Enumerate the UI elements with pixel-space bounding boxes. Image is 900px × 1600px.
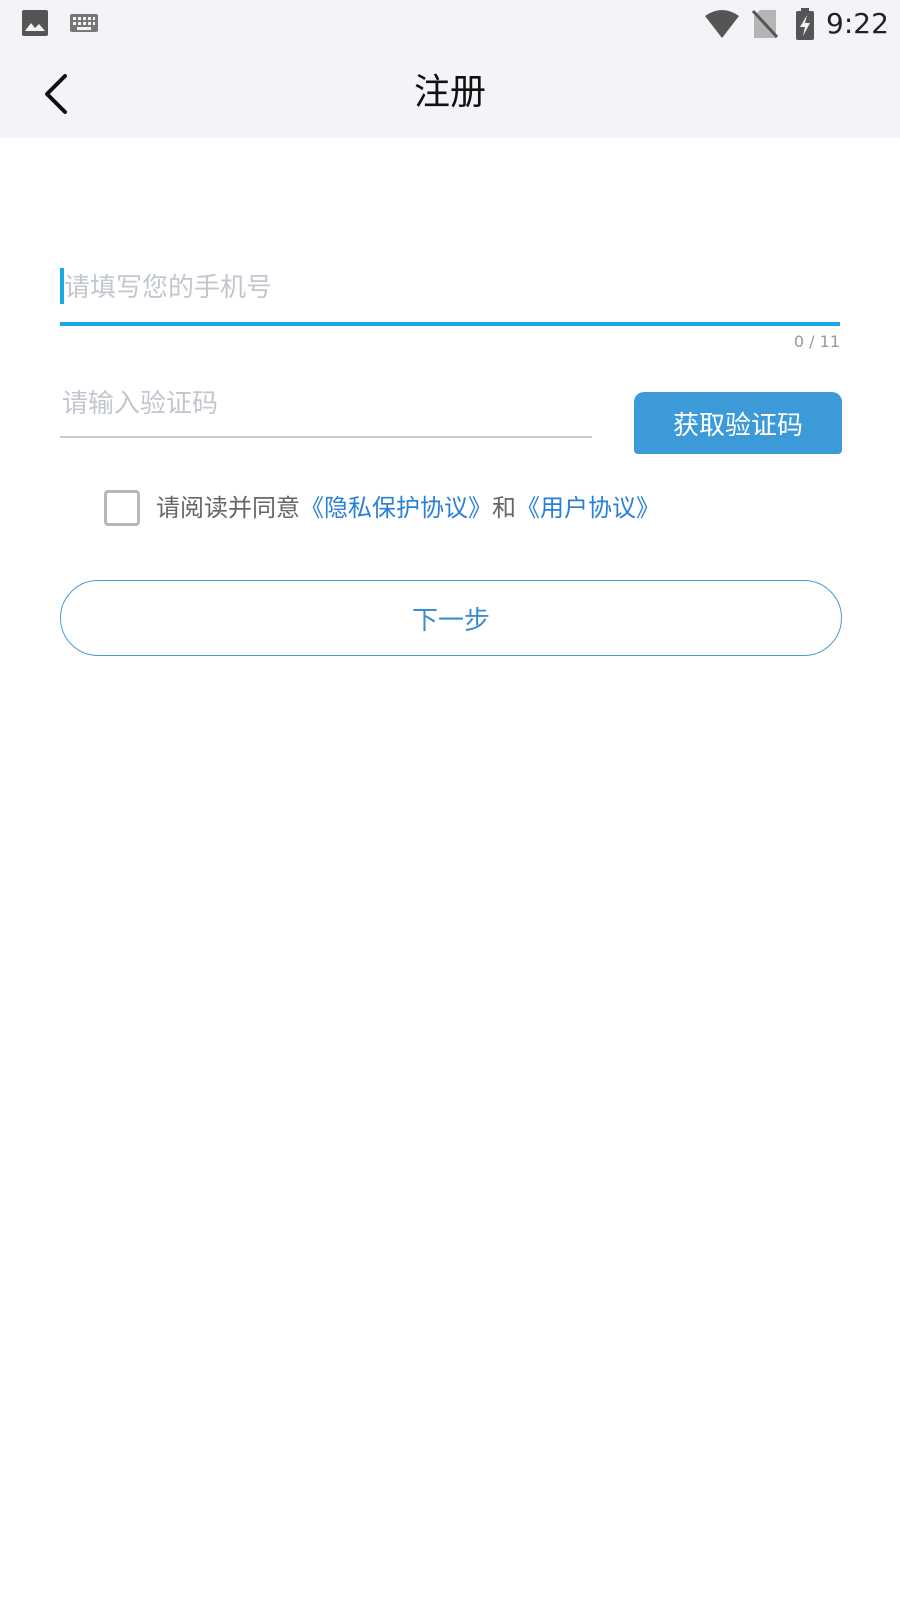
- wifi-icon: [705, 10, 739, 38]
- verification-code-input[interactable]: [60, 372, 592, 438]
- status-time: 9:22: [826, 7, 889, 40]
- agreement-checkbox[interactable]: [104, 490, 140, 526]
- keyboard-icon: [70, 14, 98, 32]
- chevron-left-icon: [45, 74, 67, 114]
- app-bar: 注册: [0, 48, 900, 138]
- text-cursor: [60, 268, 64, 304]
- no-sim-icon: [752, 9, 778, 39]
- agreement-text: 请阅读并同意《隐私保护协议》和《用户协议》: [156, 490, 660, 526]
- next-step-button[interactable]: 下一步: [60, 580, 842, 656]
- privacy-policy-link[interactable]: 《隐私保护协议》: [300, 494, 492, 522]
- back-button[interactable]: [28, 66, 84, 122]
- agreement-joiner: 和: [492, 494, 516, 522]
- agreement-prefix: 请阅读并同意: [156, 494, 300, 522]
- status-bar: 9:22: [0, 0, 900, 48]
- battery-charging-icon: [796, 8, 814, 40]
- register-screen: 9:22 注册 0 / 11 获取验证码 请阅读并同意《隐私保护协议》和《用户协…: [0, 0, 900, 1600]
- get-code-button[interactable]: 获取验证码: [634, 392, 842, 454]
- phone-char-counter: 0 / 11: [793, 332, 840, 351]
- page-title: 注册: [413, 72, 486, 113]
- phone-number-input[interactable]: [60, 254, 840, 326]
- gallery-icon: [22, 10, 48, 36]
- user-agreement-link[interactable]: 《用户协议》: [516, 494, 660, 522]
